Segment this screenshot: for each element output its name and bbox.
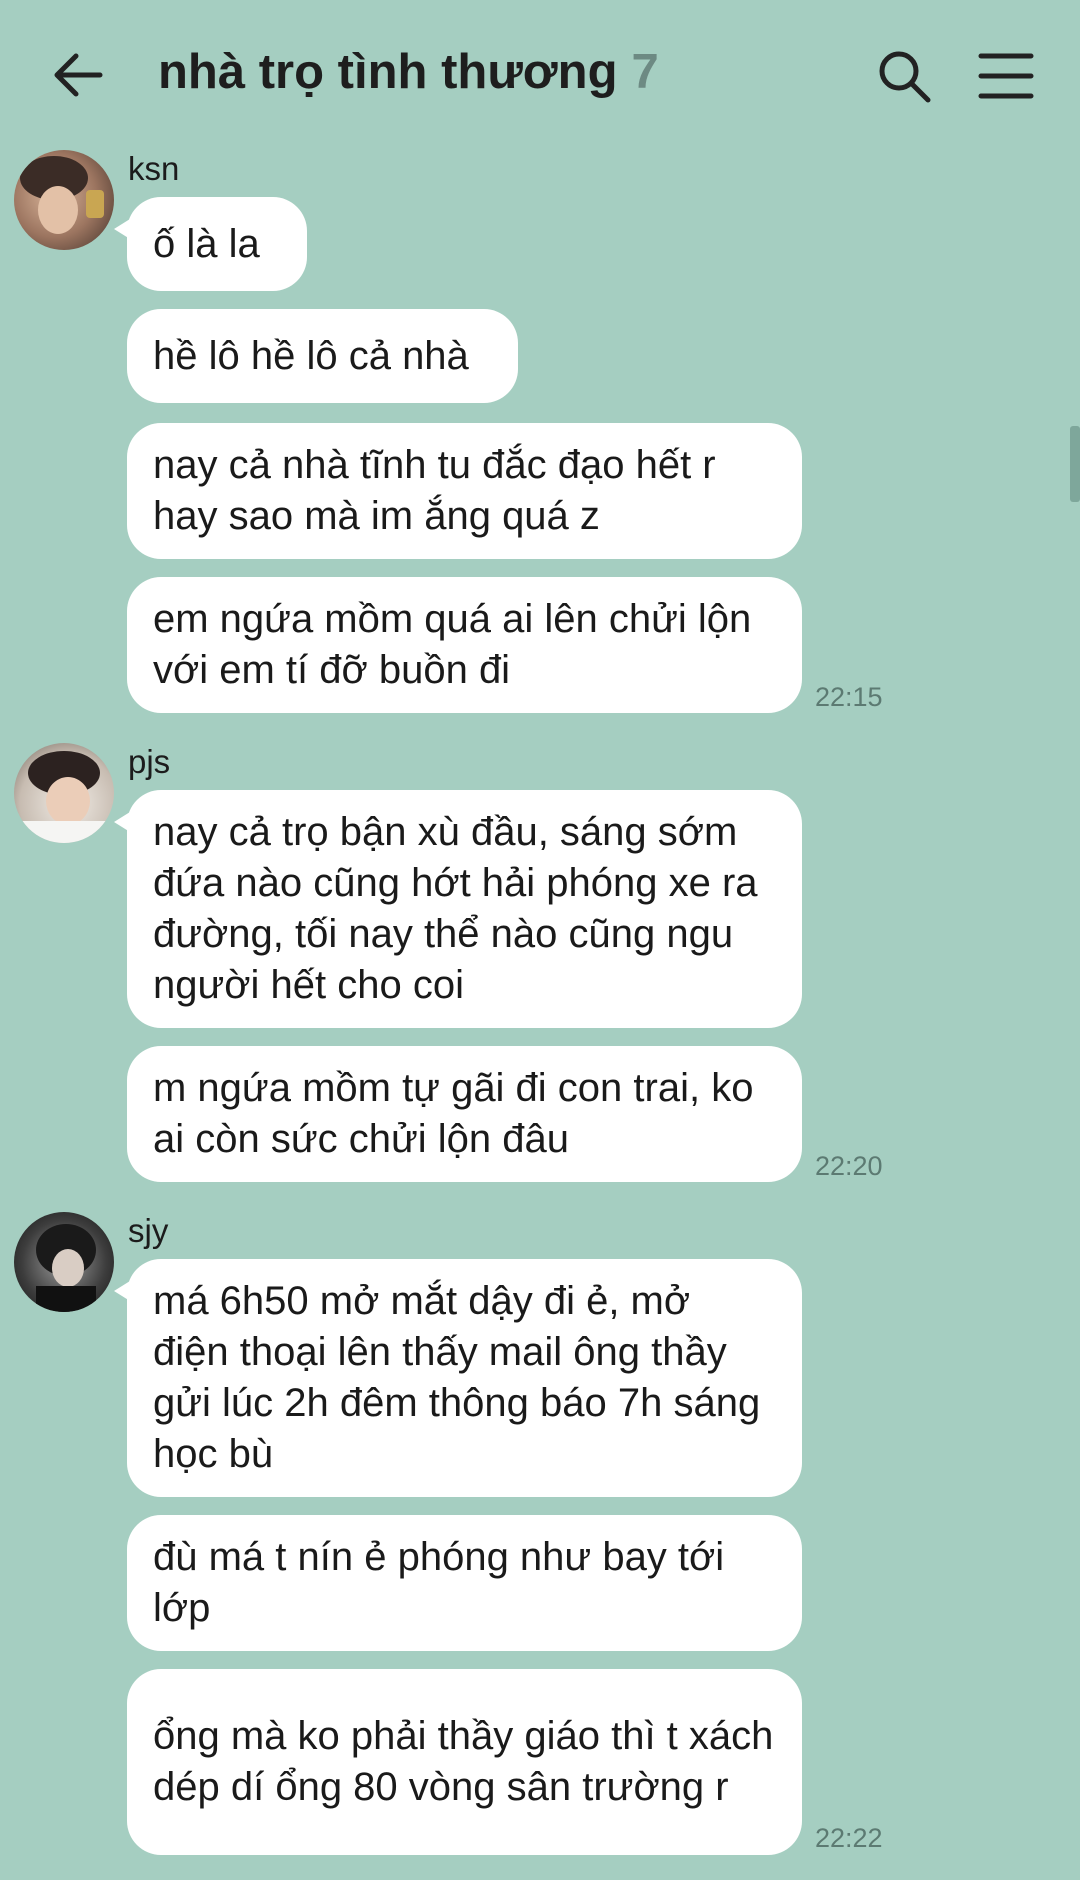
message-timestamp: 22:15 bbox=[815, 682, 883, 712]
message-bubble[interactable]: em ngứa mồm quá ai lên chửi lộn với em t… bbox=[127, 577, 802, 713]
chat-title: nhà trọ tình thương 7 bbox=[158, 44, 659, 100]
member-count: 7 bbox=[631, 45, 659, 99]
message-text: em ngứa mồm quá ai lên chửi lộn với em t… bbox=[153, 597, 752, 692]
message-bubble[interactable]: m ngứa mồm tự gãi đi con trai, ko ai còn… bbox=[127, 1046, 802, 1182]
message-bubble[interactable]: ổng mà ko phải thầy giáo thì t xách dép … bbox=[127, 1669, 802, 1855]
avatar[interactable] bbox=[14, 1212, 114, 1312]
hamburger-menu-icon[interactable] bbox=[978, 50, 1034, 102]
message-timestamp: 22:20 bbox=[815, 1151, 883, 1181]
sender-name: pjs bbox=[128, 743, 171, 780]
message-bubble[interactable]: nay cả nhà tĩnh tu đắc đạo hết r hay sao… bbox=[127, 423, 802, 559]
message-text: má 6h50 mở mắt dậy đi ẻ, mở điện thoại l… bbox=[153, 1279, 761, 1476]
chat-header: nhà trọ tình thương 7 bbox=[0, 0, 1080, 150]
scrollbar-thumb[interactable] bbox=[1070, 426, 1080, 502]
message-timestamp: 22:22 bbox=[815, 1823, 883, 1853]
message-text: ổng mà ko phải thầy giáo thì t xách dép … bbox=[153, 1714, 774, 1809]
message-text: hề lô hề lô cả nhà bbox=[153, 333, 469, 378]
message-bubble[interactable]: má 6h50 mở mắt dậy đi ẻ, mở điện thoại l… bbox=[114, 1259, 802, 1497]
arrow-left-icon[interactable] bbox=[48, 46, 108, 104]
chat-title-text: nhà trọ tình thương bbox=[158, 45, 618, 99]
message-bubble[interactable]: đù má t nín ẻ phóng như bay tới lớp bbox=[127, 1515, 802, 1651]
message-text: nay cả nhà tĩnh tu đắc đạo hết r hay sao… bbox=[153, 443, 716, 538]
message-text: nay cả trọ bận xù đầu, sáng sớm đứa nào … bbox=[153, 810, 758, 1007]
search-icon[interactable] bbox=[876, 48, 932, 104]
avatar-photo bbox=[14, 1212, 114, 1312]
avatar[interactable] bbox=[14, 150, 114, 250]
message-bubble[interactable]: nay cả trọ bận xù đầu, sáng sớm đứa nào … bbox=[114, 790, 802, 1028]
message-text: ố là la bbox=[153, 221, 260, 266]
avatar-photo bbox=[14, 743, 114, 843]
message-bubble[interactable]: hề lô hề lô cả nhà bbox=[127, 309, 518, 403]
sender-name: ksn bbox=[128, 150, 180, 187]
message-bubble[interactable]: ố là la bbox=[114, 197, 307, 291]
message-text: đù má t nín ẻ phóng như bay tới lớp bbox=[153, 1535, 725, 1630]
avatar[interactable] bbox=[14, 743, 114, 843]
avatar-photo bbox=[14, 150, 114, 250]
sender-name: sjy bbox=[128, 1212, 169, 1249]
message-text: m ngứa mồm tự gãi đi con trai, ko ai còn… bbox=[153, 1066, 754, 1161]
